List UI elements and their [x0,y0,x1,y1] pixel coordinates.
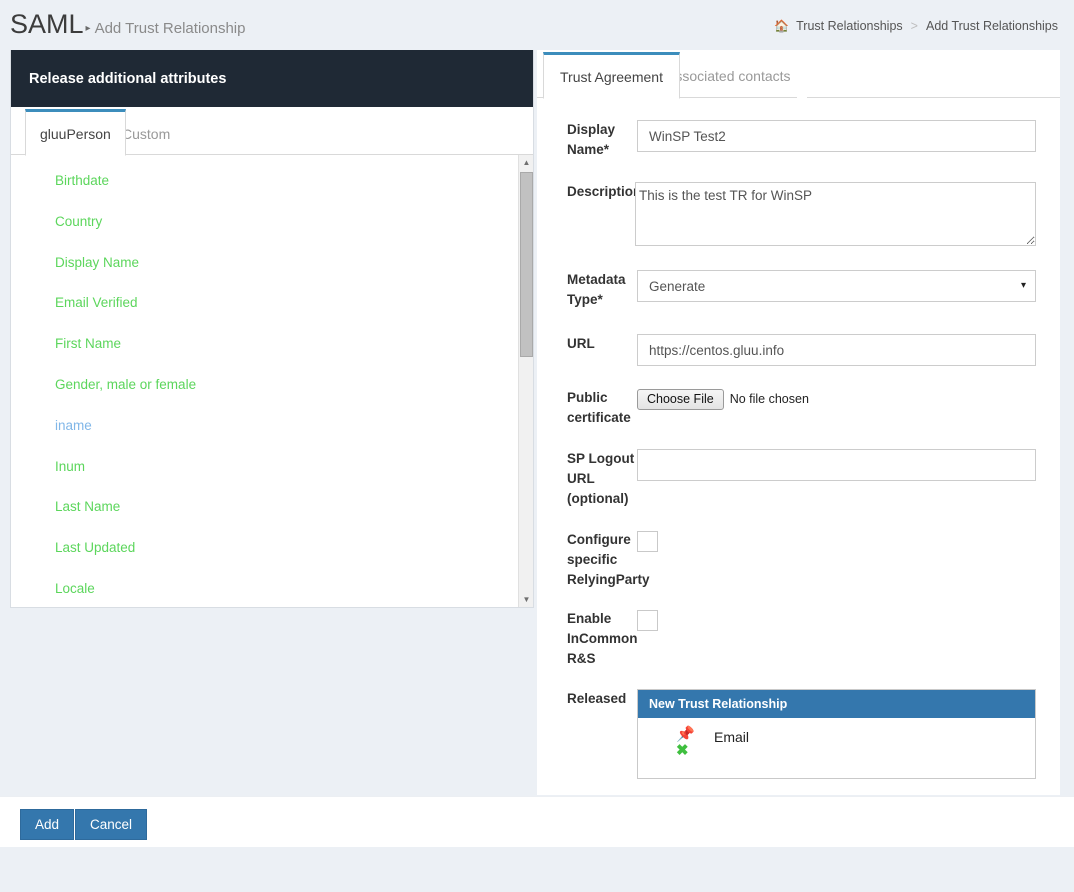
right-tab-bar: Trust Agreement Associated contacts [537,50,1060,98]
attribute-list-item: Display Name [11,253,533,294]
breadcrumb-item-trust-relationships[interactable]: Trust Relationships [796,19,903,33]
field-released: Released New Trust Relationship 📌 ✖ Emai… [537,689,1060,779]
attribute-link[interactable]: Locale [11,579,533,599]
field-public-certificate: Public certificate Choose File No file c… [537,388,1060,428]
trust-agreement-form: Display Name* Description This is the te… [537,120,1060,779]
released-panel-body: 📌 ✖ Email [638,718,1035,778]
field-display-name: Display Name* [537,120,1060,160]
form-footer: Add Cancel [0,796,1074,847]
release-attributes-card: Release additional attributes gluuPerson… [10,50,534,608]
cancel-button[interactable]: Cancel [75,809,147,840]
attribute-list-item: iname [11,416,533,457]
scrollbar-down-arrow-icon[interactable]: ▼ [519,592,533,607]
attribute-list-item: Gender, male or female [11,375,533,416]
breadcrumb: 🏠 Trust Relationships > Add Trust Relati… [774,19,1058,33]
label-display-name: Display Name* [537,120,637,160]
file-status-text: No file chosen [730,392,809,406]
label-released: Released [537,689,637,709]
label-metadata-type: Metadata Type* [537,270,637,310]
attribute-link[interactable]: Gender, male or female [11,375,533,395]
label-url: URL [537,334,637,354]
field-description: Description This is the test TR for WinS… [537,182,1060,249]
attribute-link[interactable]: iname [11,416,533,436]
description-textarea[interactable]: This is the test TR for WinSP [635,182,1036,246]
label-description: Description [537,182,637,202]
attribute-link[interactable]: Last Name [11,497,533,517]
attribute-list-item: Country [11,212,533,253]
attribute-list: Birthdate Country Display Name Email Verifi… [11,155,533,607]
page-header: SAML ▸ Add Trust Relationship 🏠 Trust Re… [0,0,1074,50]
pushpin-icon[interactable]: 📌 [676,727,695,743]
choose-file-button[interactable]: Choose File [637,389,724,410]
attribute-list-item: Birthdate [11,171,533,212]
field-enable-incommon: Enable InCommon R&S [537,609,1060,669]
tab-trust-agreement[interactable]: Trust Agreement [543,52,680,99]
configure-relyingparty-checkbox[interactable] [637,531,658,552]
page-subtitle: Add Trust Relationship [95,13,246,45]
tab-gluuperson[interactable]: gluuPerson [25,109,126,156]
home-icon: 🏠 [774,19,789,33]
attribute-link[interactable]: Country [11,212,533,232]
released-item-label: Email [714,727,749,746]
attribute-list-item: First Name [11,334,533,375]
attribute-link[interactable]: Inum [11,457,533,477]
attribute-link[interactable]: Last Updated [11,538,533,558]
field-url: URL [537,334,1060,366]
left-tab-bar: gluuPerson Custom [11,107,533,155]
metadata-type-select[interactable]: Generate [637,270,1036,302]
field-configure-relyingparty: Configure specific RelyingParty [537,530,1060,590]
remove-icon[interactable]: ✖ [676,743,689,759]
breadcrumb-separator: > [911,19,918,33]
attribute-list-item: Inum [11,457,533,498]
attribute-list-item: Locale [11,579,533,607]
attribute-scroll-area[interactable]: Birthdate Country Display Name Email Verifi… [11,155,533,607]
released-attributes-panel: New Trust Relationship 📌 ✖ Email [637,689,1036,779]
sp-logout-url-input[interactable] [637,449,1036,481]
attribute-link[interactable]: First Name [11,334,533,354]
released-panel-title: New Trust Relationship [638,690,1035,718]
file-input[interactable]: Choose File No file chosen [637,388,1036,410]
field-sp-logout-url: SP Logout URL (optional) [537,449,1060,509]
url-input[interactable] [637,334,1036,366]
add-button[interactable]: Add [20,809,74,840]
attribute-link[interactable]: Email Verified [11,293,533,313]
release-attributes-title: Release additional attributes [11,50,533,107]
page-title: SAML [10,8,84,40]
attribute-list-item: Last Name [11,497,533,538]
attribute-list-scrollbar[interactable]: ▲ ▼ [518,155,533,607]
scrollbar-thumb[interactable] [520,172,533,357]
scrollbar-up-arrow-icon[interactable]: ▲ [519,155,533,170]
label-public-certificate: Public certificate [537,388,637,428]
trust-agreement-card: Trust Agreement Associated contacts Disp… [537,50,1060,795]
field-metadata-type: Metadata Type* Generate ▾ [537,270,1060,310]
enable-incommon-checkbox[interactable] [637,610,658,631]
label-sp-logout-url: SP Logout URL (optional) [537,449,637,509]
label-configure-relyingparty: Configure specific RelyingParty [537,530,637,590]
page-title-block: SAML ▸ Add Trust Relationship [10,8,245,45]
title-caret-icon: ▸ [86,23,91,34]
label-enable-incommon: Enable InCommon R&S [537,609,637,669]
released-item: 📌 ✖ Email [638,727,1035,759]
display-name-input[interactable] [637,120,1036,152]
breadcrumb-item-add-trust-relationships: Add Trust Relationships [926,19,1058,33]
attribute-list-item: Email Verified [11,293,533,334]
attribute-list-item: Last Updated [11,538,533,579]
attribute-link[interactable]: Birthdate [11,171,533,191]
attribute-link[interactable]: Display Name [11,253,533,273]
released-item-icons: 📌 ✖ [676,727,714,759]
